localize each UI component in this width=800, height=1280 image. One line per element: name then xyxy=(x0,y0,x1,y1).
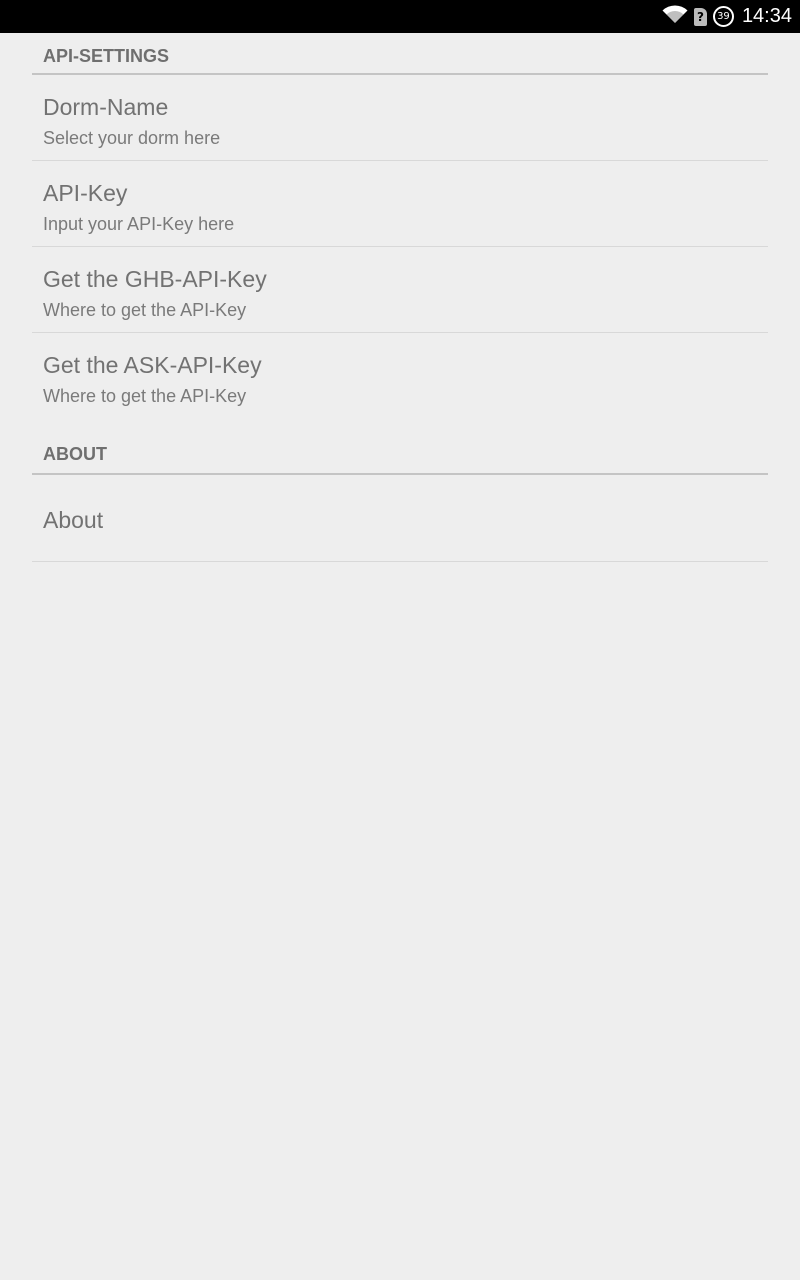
pref-api-key[interactable]: API-Key Input your API-Key here xyxy=(32,161,768,247)
category-title-about: ABOUT xyxy=(43,444,107,464)
category-about: ABOUT xyxy=(32,418,768,475)
wifi-icon xyxy=(662,4,688,29)
pref-title: About xyxy=(43,507,104,533)
preferences-list: API-SETTINGS Dorm-Name Select your dorm … xyxy=(32,33,768,562)
pref-get-ghb-api-key[interactable]: Get the GHB-API-Key Where to get the API… xyxy=(32,247,768,333)
pref-about[interactable]: About xyxy=(32,475,768,562)
battery-level: 39 xyxy=(717,11,730,22)
pref-dorm-name[interactable]: Dorm-Name Select your dorm here xyxy=(32,75,768,161)
pref-title: Get the ASK-API-Key xyxy=(43,352,262,378)
pref-title: Get the GHB-API-Key xyxy=(43,266,267,292)
pref-summary: Where to get the API-Key xyxy=(43,386,247,406)
sim-unknown-icon: ? xyxy=(693,7,707,26)
battery-icon: 39 xyxy=(712,6,734,27)
status-icons: ? 39 14:34 xyxy=(662,0,792,33)
pref-title: Dorm-Name xyxy=(43,94,169,120)
pref-summary: Select your dorm here xyxy=(43,128,221,148)
pref-get-ask-api-key[interactable]: Get the ASK-API-Key Where to get the API… xyxy=(32,333,768,418)
category-title-api-settings: API-SETTINGS xyxy=(43,46,170,66)
pref-summary: Where to get the API-Key xyxy=(43,300,247,320)
category-api-settings: API-SETTINGS xyxy=(32,33,768,75)
pref-summary: Input your API-Key here xyxy=(43,214,235,234)
status-bar: ? 39 14:34 xyxy=(0,0,800,33)
pref-title: API-Key xyxy=(43,180,128,206)
status-time: 14:34 xyxy=(741,5,792,27)
